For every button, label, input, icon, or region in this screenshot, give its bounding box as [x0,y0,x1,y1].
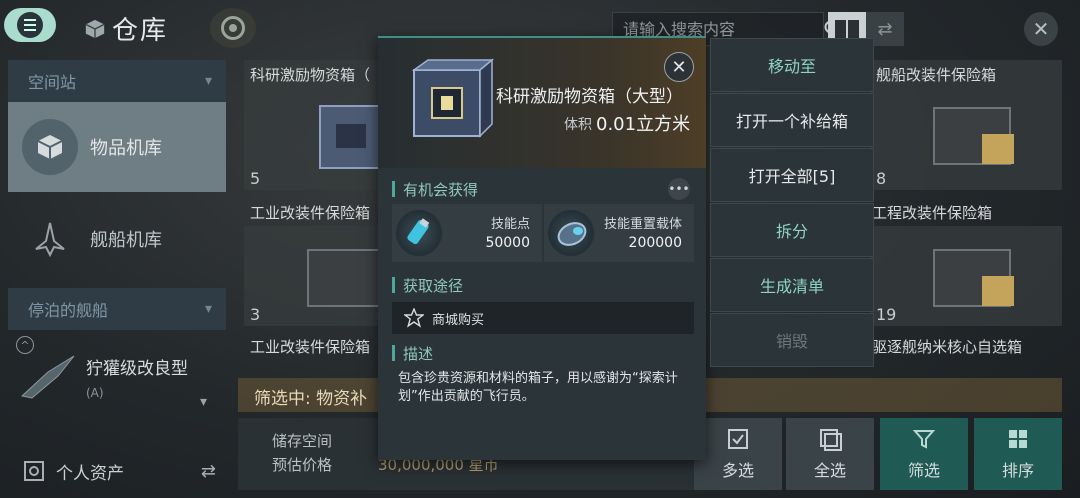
section-station[interactable]: 空间站 ▾ [8,60,226,102]
menu-button[interactable] [4,8,56,42]
item-name: 科研激励物资箱（ [250,66,371,84]
personal-assets-label: 个人资产 [56,463,124,484]
item-name: 工业改装件保险箱 [250,204,371,222]
reward-item-skill-reset[interactable]: 技能重置载体 200000 [544,204,694,262]
item-description: 包含珍贵资源和材料的箱子，用以感谢为“探索计划”作出贡献的飞行员。 [398,371,678,404]
safe-box-icon [933,249,1014,307]
personal-assets[interactable]: 个人资产 ⇄ [8,448,226,494]
cube-icon [85,19,105,38]
select-all-icon [820,429,842,451]
filter-button[interactable]: 筛选 [880,418,968,490]
section-description: 描述 [392,342,433,364]
select-all-button[interactable]: 全选 [786,418,874,490]
ship-subtitle: (A) [86,386,104,400]
filter-label: 筛选中: 物资补 [254,389,368,409]
context-menu: 移动至 打开一个补给箱 打开全部[5] 拆分 生成清单 销毁 [710,38,874,368]
reward-value: 200000 [628,235,682,251]
item-name: 工业改装件保险箱 [250,338,371,356]
menu-item-destroy: 销毁 [710,313,874,367]
sort-button[interactable]: 排序 [974,418,1062,490]
close-icon[interactable]: ✕ [1024,12,1058,46]
more-icon[interactable]: ••• [668,178,690,200]
close-icon[interactable]: ✕ [664,52,694,82]
crate-icon [411,58,494,138]
sort-icon [1009,430,1027,448]
sidebar: 空间站 ▾ 物品机库 舰船机库 停泊的舰船 ▾ ^ 狞獾级改良型 (A) ▾ 个… [8,56,226,498]
section-source-label: 获取途径 [403,276,464,295]
section-rewards-label: 有机会获得 [403,180,479,199]
source-label: 商城购买 [432,312,485,328]
filter-icon [912,430,936,449]
ship-name: 狞獾级改良型 [86,359,188,379]
sort-label: 排序 [1001,461,1034,480]
reward-name: 技能重置载体 [603,217,682,232]
menu-item-dismantle[interactable]: 拆分 [710,203,874,257]
item-card[interactable]: 科研激励物资箱（ 5 [244,60,385,190]
cube-icon [22,119,78,175]
menu-item-open-one[interactable]: 打开一个补给箱 [710,93,874,147]
radar-icon[interactable] [210,8,256,48]
item-name: 舰船改装件保险箱 [876,66,997,84]
section-station-label: 空间站 [28,73,77,92]
menu-item-move-to[interactable]: 移动至 [710,38,874,92]
item-detail-popup: 科研激励物资箱（大型） 体积 0.01立方米 ✕ 有机会获得 ••• 技能点 5… [378,36,706,460]
menu-item-open-all[interactable]: 打开全部[5] [710,148,874,202]
multi-select-button[interactable]: 多选 [694,418,782,490]
safe-box-icon [933,107,1014,165]
source-item-shop[interactable]: 商城购买 [392,302,694,334]
section-rewards: 有机会获得 [392,178,478,200]
chevron-down-icon[interactable]: ▾ [200,394,207,410]
reward-value: 50000 [485,235,530,251]
checkbox-icon [728,429,748,449]
item-card[interactable]: 舰船改装件保险箱 8 [870,60,1062,190]
sidebar-item-label: 舰船机库 [90,230,162,251]
volume-value: 0.01立方米 [596,114,691,135]
section-source: 获取途径 [392,274,463,296]
section-docked[interactable]: 停泊的舰船 ▾ [8,288,226,330]
item-name: 驱逐舰纳米核心自选箱 [872,338,1023,356]
item-count: 5 [250,169,261,188]
skill-reset-icon [548,210,594,256]
filter-label: 筛选 [907,461,940,480]
item-card[interactable]: 19 [870,226,1062,326]
sidebar-item-ship-hangar[interactable]: 舰船机库 [8,194,226,284]
shop-icon [404,308,424,328]
sidebar-item-hangar[interactable]: 物品机库 [8,102,226,192]
item-name: 科研激励物资箱（大型） [496,87,683,107]
select-all-label: 全选 [813,461,846,480]
safe-icon [24,461,44,481]
item-count: 19 [876,305,897,324]
item-name: 工程改装件保险箱 [872,204,993,222]
storage-label: 储存空间 [272,432,333,450]
multi-select-label: 多选 [721,461,754,480]
menu-item-create-list[interactable]: 生成清单 [710,258,874,312]
section-docked-label: 停泊的舰船 [28,301,109,320]
chevron-down-icon: ▾ [204,301,212,317]
reward-name: 技能点 [490,217,530,232]
menu-icon [17,12,43,38]
section-description-label: 描述 [403,344,434,363]
ship-icon [22,211,78,267]
price-label: 预估价格 [272,456,333,474]
item-count: 8 [876,169,887,188]
item-card[interactable]: 3 [244,226,385,326]
skill-point-icon [396,210,442,256]
chevron-down-icon: ▾ [204,73,212,89]
docked-ship-item[interactable]: ^ 狞獾级改良型 (A) ▾ [8,332,226,420]
volume-label: 体积 [564,117,592,133]
page-title: 仓库 [112,16,169,46]
ship-thumbnail [20,355,75,399]
reward-item-skill-points[interactable]: 技能点 50000 [392,204,542,262]
item-count: 3 [250,305,261,324]
sidebar-item-label: 物品机库 [90,138,162,159]
swap-icon[interactable]: ⇄ [201,461,216,482]
page-header: 仓库 [84,10,168,47]
